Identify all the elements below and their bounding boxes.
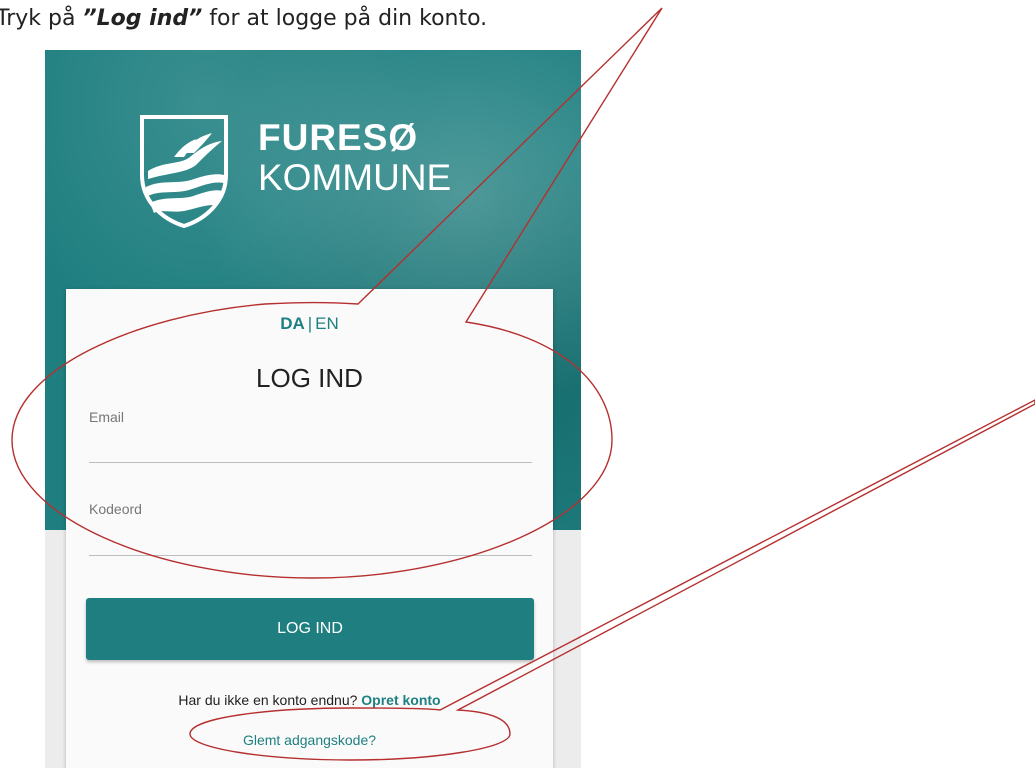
login-card: DA | EN LOG IND Email Kodeord LOG IND Har … — [66, 289, 553, 768]
instruction-suffix: for at logge på din konto. — [202, 6, 488, 31]
signup-prompt-text: Har du ikke en konto endnu? — [178, 692, 358, 708]
create-account-link[interactable]: Opret konto — [361, 692, 440, 708]
password-label: Kodeord — [89, 501, 142, 517]
password-underline — [89, 555, 532, 556]
email-field[interactable] — [89, 434, 532, 460]
language-en-link[interactable]: EN — [315, 314, 339, 333]
instruction-text: Tryk på ”Log ind” for at logge på din ko… — [0, 6, 487, 31]
signup-prompt: Har du ikke en konto endnu? Opret konto — [66, 692, 553, 708]
login-button[interactable]: LOG IND — [86, 598, 534, 660]
language-separator: | — [307, 314, 313, 333]
language-switcher: DA | EN — [66, 314, 553, 334]
brand-name: FURESØ KOMMUNE — [258, 119, 451, 196]
instruction-prefix: Tryk på — [0, 6, 83, 31]
language-da-link[interactable]: DA — [280, 314, 305, 333]
email-label: Email — [89, 409, 125, 425]
email-underline — [89, 462, 532, 463]
forgot-password-link[interactable]: Glemt adgangskode? — [66, 732, 553, 748]
brand-name-line2: KOMMUNE — [258, 157, 452, 198]
coat-of-arms-icon — [140, 115, 228, 228]
brand-logo: FURESØ KOMMUNE — [138, 113, 451, 228]
instruction-emphasis: ”Log ind” — [82, 6, 203, 31]
login-title: LOG IND — [256, 363, 363, 393]
password-field[interactable] — [89, 527, 532, 553]
brand-name-line1: FURESØ — [258, 117, 419, 158]
